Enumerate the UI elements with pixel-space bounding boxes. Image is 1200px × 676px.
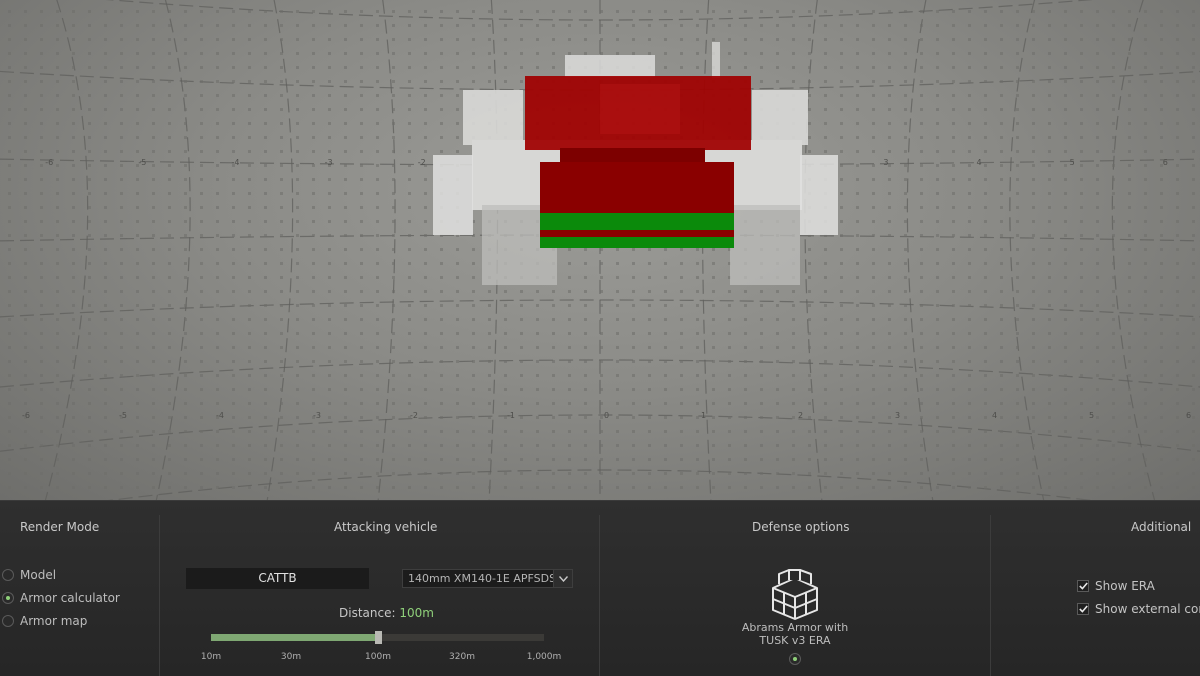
checkbox[interactable] <box>1077 580 1089 592</box>
grid-axis-label: 3 <box>883 158 888 167</box>
grid-line <box>1009 0 1045 500</box>
grid-axis-label: 3 <box>895 411 900 420</box>
radio-label: Armor calculator <box>20 591 120 605</box>
distance-caption: Distance: <box>339 606 396 620</box>
slider-fill <box>211 634 378 641</box>
render-mode-armor-calculator[interactable]: Armor calculator <box>0 589 120 607</box>
grid-axis-label: -1 <box>507 411 515 420</box>
slider-tick: 30m <box>280 652 302 662</box>
render-mode-model[interactable]: Model <box>0 566 56 584</box>
grid-axis-label: -2 <box>410 411 418 420</box>
grid-line <box>804 0 823 500</box>
check-icon <box>1078 582 1088 590</box>
grid-axis-label: -2 <box>418 158 426 167</box>
show-era-checkbox-row[interactable]: Show ERA <box>1077 579 1155 593</box>
section-divider <box>599 515 600 676</box>
checkbox-label: Show ERA <box>1095 579 1155 593</box>
grid-axis-label: -4 <box>232 158 240 167</box>
grid-axis-label: 5 <box>1070 158 1075 167</box>
section-divider <box>159 515 160 676</box>
grid-axis-label: 6 <box>1186 411 1191 420</box>
tank-side-box-left <box>463 90 523 145</box>
bottom-panel: Render Mode Attacking vehicle Defense op… <box>0 500 1200 676</box>
grid-axis-label: 1 <box>701 411 706 420</box>
radio-label: Armor map <box>20 614 88 628</box>
radio-label: Model <box>20 568 57 582</box>
check-icon <box>1078 605 1088 613</box>
tank-side-box-right <box>752 90 808 145</box>
distance-label: Distance: 100m <box>339 606 434 620</box>
defense-options-title: Defense options <box>752 520 850 534</box>
ammo-selected-value: 140mm XM140-1E APFSDS <box>408 572 557 585</box>
grid-axis-label: -4 <box>216 411 224 420</box>
slider-tick: 320m <box>449 652 475 662</box>
grid-axis-label: 6 <box>1163 158 1168 167</box>
radio-button[interactable] <box>2 569 14 581</box>
grid-axis-label: 4 <box>992 411 997 420</box>
slider-tick: 10m <box>200 652 222 662</box>
tank-antenna <box>712 42 720 78</box>
additional-title: Additional <box>1131 520 1192 534</box>
attacking-vehicle-title: Attacking vehicle <box>334 520 438 534</box>
radio-button[interactable] <box>789 653 801 665</box>
ammo-dropdown[interactable]: 140mm XM140-1E APFSDS <box>402 569 573 588</box>
radio-button[interactable] <box>2 592 14 604</box>
vehicle-selector[interactable]: CATTB <box>186 568 369 589</box>
grid-axis-label: 4 <box>976 158 981 167</box>
radio-button[interactable] <box>2 615 14 627</box>
defense-option-label: Abrams Armor with TUSK v3 ERA <box>741 621 849 647</box>
grid-axis-label: -5 <box>119 411 127 420</box>
grid-line <box>1111 0 1156 500</box>
grid-axis-label: 5 <box>1089 411 1094 420</box>
slider-tick: 1,000m <box>526 652 562 662</box>
grid-axis-label: 2 <box>798 411 803 420</box>
tank-track-right <box>730 205 800 285</box>
checkbox[interactable] <box>1077 603 1089 615</box>
grid-axis-label: -6 <box>22 411 30 420</box>
defense-option-radio[interactable] <box>789 653 801 665</box>
show-external-checkbox-row[interactable]: Show external com <box>1077 602 1200 616</box>
grid-axis-label: -6 <box>45 158 53 167</box>
section-divider <box>990 515 991 676</box>
grid-axis-label: -5 <box>138 158 146 167</box>
grid-line <box>701 0 712 500</box>
slider-thumb[interactable] <box>374 631 382 644</box>
slider-tick: 100m <box>365 652 391 662</box>
grid-axis-label: 0 <box>604 411 609 420</box>
grid-axis-label: -3 <box>313 411 321 420</box>
distance-value: 100m <box>399 606 434 620</box>
hull-armor-green-lower <box>540 237 734 248</box>
turret-lower-overlay <box>560 148 705 162</box>
grid-axis-label: -3 <box>325 158 333 167</box>
render-mode-title: Render Mode <box>20 520 100 534</box>
tank-cupola <box>565 55 655 77</box>
hull-armor-green-upper <box>540 213 734 230</box>
chevron-down-icon[interactable] <box>553 570 572 587</box>
3d-viewport[interactable]: -6-6-5-5-4-4-3-3-2-2-1-100112233445566 <box>0 0 1200 500</box>
render-mode-armor-map[interactable]: Armor map <box>0 612 87 630</box>
turret-mantlet <box>600 84 680 134</box>
hull-armor-overlay <box>540 162 734 248</box>
tank-fender-left <box>433 155 473 235</box>
distance-slider[interactable] <box>211 631 544 644</box>
era-blocks-icon[interactable] <box>770 568 820 624</box>
tank-fender-right <box>800 155 838 235</box>
checkbox-label: Show external com <box>1095 602 1200 616</box>
